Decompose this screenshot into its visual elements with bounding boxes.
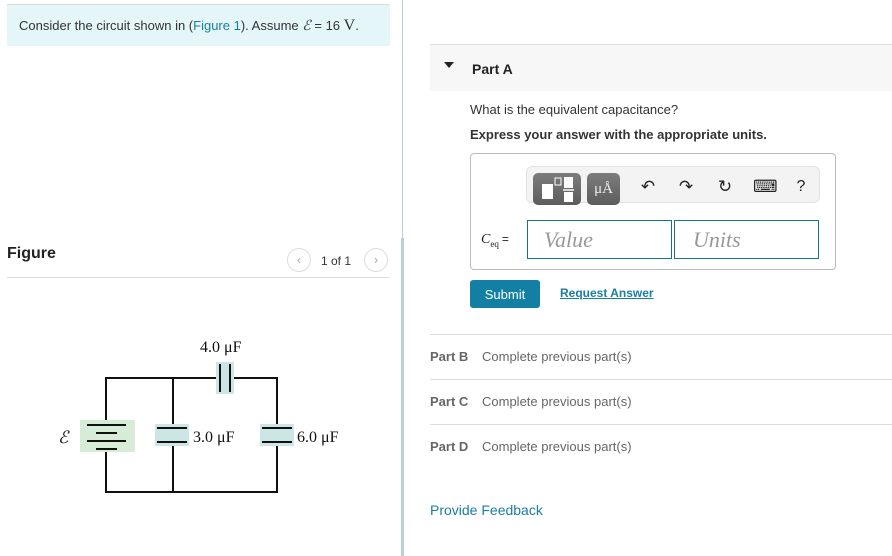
chevron-left-icon: ‹ [296,252,302,267]
templates-button[interactable] [533,173,581,205]
emf-equals: = 16 [310,18,344,33]
answer-box: μÅ ↶ ↷ ↻ ⌨ ? Ceq = [470,153,836,270]
figure-title: Figure [7,245,56,262]
part-c-row[interactable]: Part C Complete previous part(s) [430,379,892,424]
part-b-status: Complete previous part(s) [482,349,632,364]
prev-figure-button[interactable]: ‹ [287,248,311,272]
capacitor-3uF-icon [155,424,189,446]
capacitor-3uF-label: 3.0 μF [193,429,235,446]
units-input[interactable] [674,220,819,259]
intro-period: . [355,18,359,33]
wire-right-top [232,377,278,427]
answer-label-var: C [481,232,491,247]
intro-text: Consider the circuit shown in ( [19,18,194,33]
help-icon[interactable]: ? [790,176,812,198]
question-text: What is the equivalent capacitance? [470,102,679,117]
reset-icon[interactable]: ↻ [714,176,736,198]
part-c-label: Part C [430,394,469,409]
answer-label: Ceq = [481,232,509,249]
part-a-header[interactable]: Part A [430,44,892,91]
capacitor-6uF-icon [260,424,294,446]
answer-label-sub: eq [490,238,499,249]
answer-label-equals: = [501,232,509,246]
problem-intro: Consider the circuit shown in (Figure 1)… [7,4,390,46]
figure-header: Figure ‹ 1 of 1 › [7,242,389,278]
scrollbar-thumb[interactable] [401,238,404,556]
value-input[interactable] [527,220,672,259]
part-d-status: Complete previous part(s) [482,439,632,454]
redo-icon[interactable]: ↷ [675,176,697,198]
capacitor-6uF-label: 6.0 μF [297,429,339,446]
capacitor-4uF-label: 4.0 μF [200,339,242,356]
chevron-right-icon: › [373,252,379,267]
figure-link[interactable]: Figure 1 [193,18,241,33]
templates-icon [542,177,574,202]
caret-down-icon [444,62,454,68]
part-c-status: Complete previous part(s) [482,394,632,409]
part-d-row[interactable]: Part D Complete previous part(s) [430,424,892,469]
part-d-label: Part D [430,439,469,454]
math-toolbar: μÅ ↶ ↷ ↻ ⌨ ? [526,166,820,205]
provide-feedback-link[interactable]: Provide Feedback [430,502,543,518]
part-b-label: Part B [430,349,469,364]
intro-text-after: ). Assume [240,18,303,33]
units-button[interactable]: μÅ [587,173,620,205]
capacitor-4uF-icon [216,362,234,394]
request-answer-link[interactable]: Request Answer [560,286,654,300]
instructions-text: Express your answer with the appropriate… [470,127,767,142]
battery-icon [80,420,135,452]
emf-label: ℰ [58,428,70,448]
emf-symbol: ℰ [302,18,311,34]
circuit-diagram: ℰ 4.0 μF 3.0 μF 6.0 μF [58,339,339,493]
undo-icon[interactable]: ↶ [637,176,659,198]
figure-counter: 1 of 1 [321,254,352,268]
next-figure-button[interactable]: › [364,248,388,272]
keyboard-icon[interactable]: ⌨ [753,176,778,198]
submit-button[interactable]: Submit [470,280,540,308]
emf-unit: V [343,17,356,34]
part-b-row[interactable]: Part B Complete previous part(s) [430,334,892,379]
part-a-title: Part A [472,61,513,77]
